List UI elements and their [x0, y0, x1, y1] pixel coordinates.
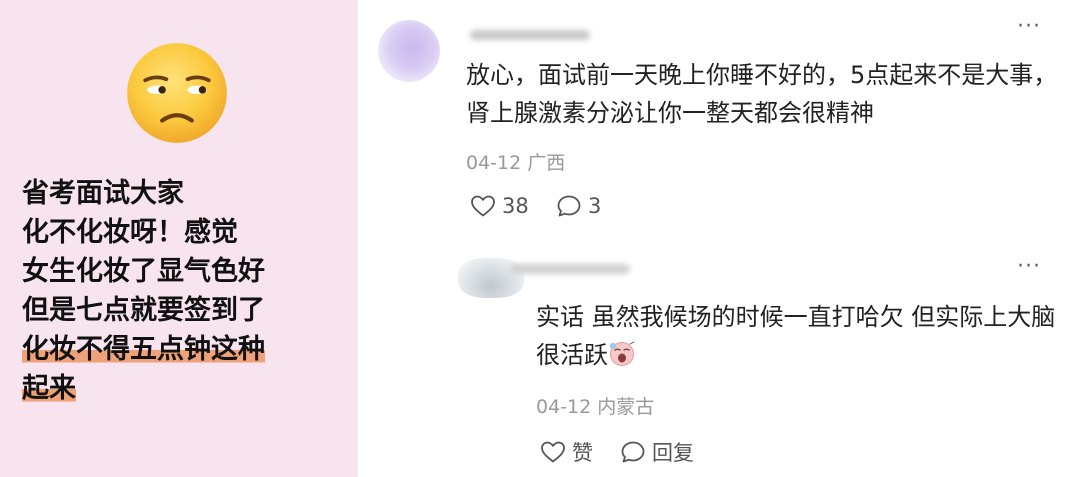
comment-bubble-icon: [621, 441, 645, 463]
like-button[interactable]: 赞: [540, 437, 593, 467]
post-line: 化不化妆呀！感觉: [22, 217, 238, 248]
comment-meta: 04-12 广西: [466, 148, 565, 175]
post-line: 省考面试大家: [22, 178, 184, 209]
reply-button[interactable]: 3: [556, 194, 601, 218]
comment-text: 放心，面试前一天晚上你睡不好的，5点起来不是大事，肾上腺激素分泌让你一整天都会很…: [466, 61, 1058, 127]
post-text: 省考面试大家 化不化妆呀！感觉 女生化妆了显气色好 但是七点就要签到了 化妆不得…: [22, 174, 352, 408]
avatar[interactable]: [378, 20, 440, 82]
post-line: 但是七点就要签到了: [22, 295, 265, 326]
post-line-highlighted: 化妆不得五点钟这种: [22, 330, 352, 369]
like-label: 赞: [572, 441, 593, 465]
comment-location: 内蒙古: [597, 396, 655, 418]
post-line: 女生化妆了显气色好: [22, 256, 265, 287]
post-line-highlighted: 起来: [22, 369, 352, 408]
like-count: 38: [502, 194, 529, 218]
like-button[interactable]: 38: [470, 194, 529, 218]
comment-date: 04-12: [466, 152, 522, 174]
reply-count: 3: [588, 194, 602, 218]
more-options-icon[interactable]: ···: [1017, 16, 1041, 38]
reply-label: 回复: [652, 441, 694, 465]
username-blurred[interactable]: [510, 264, 630, 274]
comment-location: 广西: [527, 152, 566, 174]
comment-date: 04-12: [536, 396, 592, 418]
unamused-face-emoji: [127, 43, 227, 143]
highlighted-text: 起来: [22, 373, 76, 404]
post-card: 省考面试大家 化不化妆呀！感觉 女生化妆了显气色好 但是七点就要签到了 化妆不得…: [0, 0, 358, 477]
highlighted-text: 化妆不得五点钟这种: [22, 334, 265, 365]
yawning-face-icon: [609, 341, 635, 366]
comment-text: 实话 虽然我候场的时候一直打哈欠 但实际上大脑很活跃: [536, 298, 1056, 374]
comment-bubble-icon: [557, 195, 581, 217]
more-options-icon[interactable]: ···: [1017, 256, 1041, 278]
comment-meta: 04-12 内蒙古: [536, 392, 654, 419]
reply-button[interactable]: 回复: [620, 437, 694, 467]
username-blurred[interactable]: [470, 30, 590, 40]
heart-icon: [471, 195, 495, 217]
heart-icon: [541, 441, 565, 463]
